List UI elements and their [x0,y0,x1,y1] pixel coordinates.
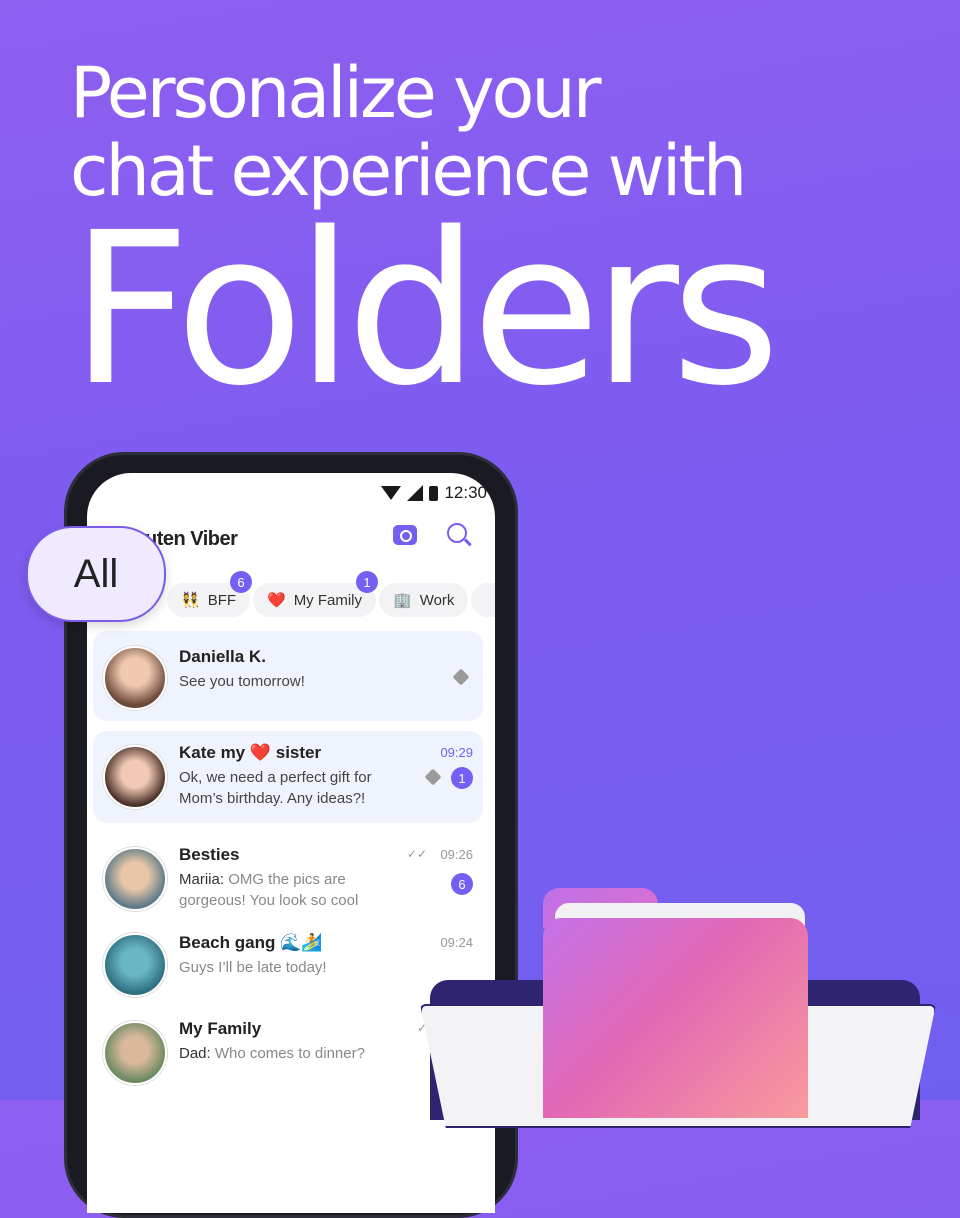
chip-emoji: ❤️ [267,592,286,609]
folder-chip-all[interactable]: All [26,526,166,622]
pin-icon [424,768,442,786]
chip-label: My Family [293,591,363,609]
chat-time: 09:26 [440,847,473,862]
headline-folders: Folders [70,187,780,432]
status-bar: 12:30 [381,483,487,503]
message-sender: Dad: [179,1045,211,1062]
unread-badge: 1 [356,571,379,593]
folder-chip-bff[interactable]: 👯 BFF 6 [167,571,253,617]
status-time: 12:30 [444,483,487,502]
wifi-icon [381,486,402,500]
message-sender: Mariia: [179,871,225,888]
chip-emoji: 👯 [181,592,200,609]
chat-message: Ok, we need a perfect gift for Mom’s bir… [179,769,372,807]
unread-badge: 6 [230,571,253,593]
chip-label: Work [419,591,455,609]
avatar [103,847,167,911]
folder-chip-work[interactable]: 🏢 Work [379,583,469,617]
search-icon[interactable] [447,523,467,543]
chat-message: Guys I’ll be late today! [179,959,327,976]
chat-message: See you tomorrow! [179,673,305,690]
chat-name: Kate my ❤️ sister [179,743,322,762]
pin-icon [452,668,470,686]
unread-badge: 1 [451,767,473,789]
chat-name: My Family [179,1019,262,1038]
headline-line-1: Personalize your [70,52,601,134]
folder-icon [543,918,808,1118]
chat-message: Dad: Who comes to dinner? [179,1043,394,1064]
camera-icon[interactable] [393,525,417,545]
chat-time: 09:24 [440,935,473,950]
chat-name: Daniella K. [179,647,266,666]
avatar [103,1021,167,1085]
unread-badge: 6 [451,873,473,895]
chat-message: Mariia: OMG the pics are gorgeous! You l… [179,869,394,911]
folder-chip-my-family[interactable]: ❤️ My Family 1 [253,571,379,617]
chat-row[interactable]: Besties Mariia: OMG the pics are gorgeou… [93,833,483,921]
chat-row[interactable]: Beach gang 🌊🏄 Guys I’ll be late today! 0… [93,923,483,1007]
signal-icon [407,485,424,501]
read-checks-icon: ✓✓ [406,847,427,861]
folder-chip-more[interactable] [471,583,495,617]
avatar [103,933,167,997]
chat-row[interactable]: Kate my ❤️ sister Ok, we need a perfect … [93,731,483,823]
chat-name: Beach gang 🌊🏄 [179,933,323,952]
chat-time: 09:29 [440,745,473,760]
avatar [103,745,167,809]
chip-emoji: 🏢 [393,592,412,609]
battery-icon [429,485,439,501]
chat-row[interactable]: Daniella K. See you tomorrow! [93,631,483,721]
message-text: Who comes to dinner? [214,1045,365,1062]
chat-name: Besties [179,845,240,864]
chip-label: BFF [207,591,237,609]
avatar [103,646,167,710]
